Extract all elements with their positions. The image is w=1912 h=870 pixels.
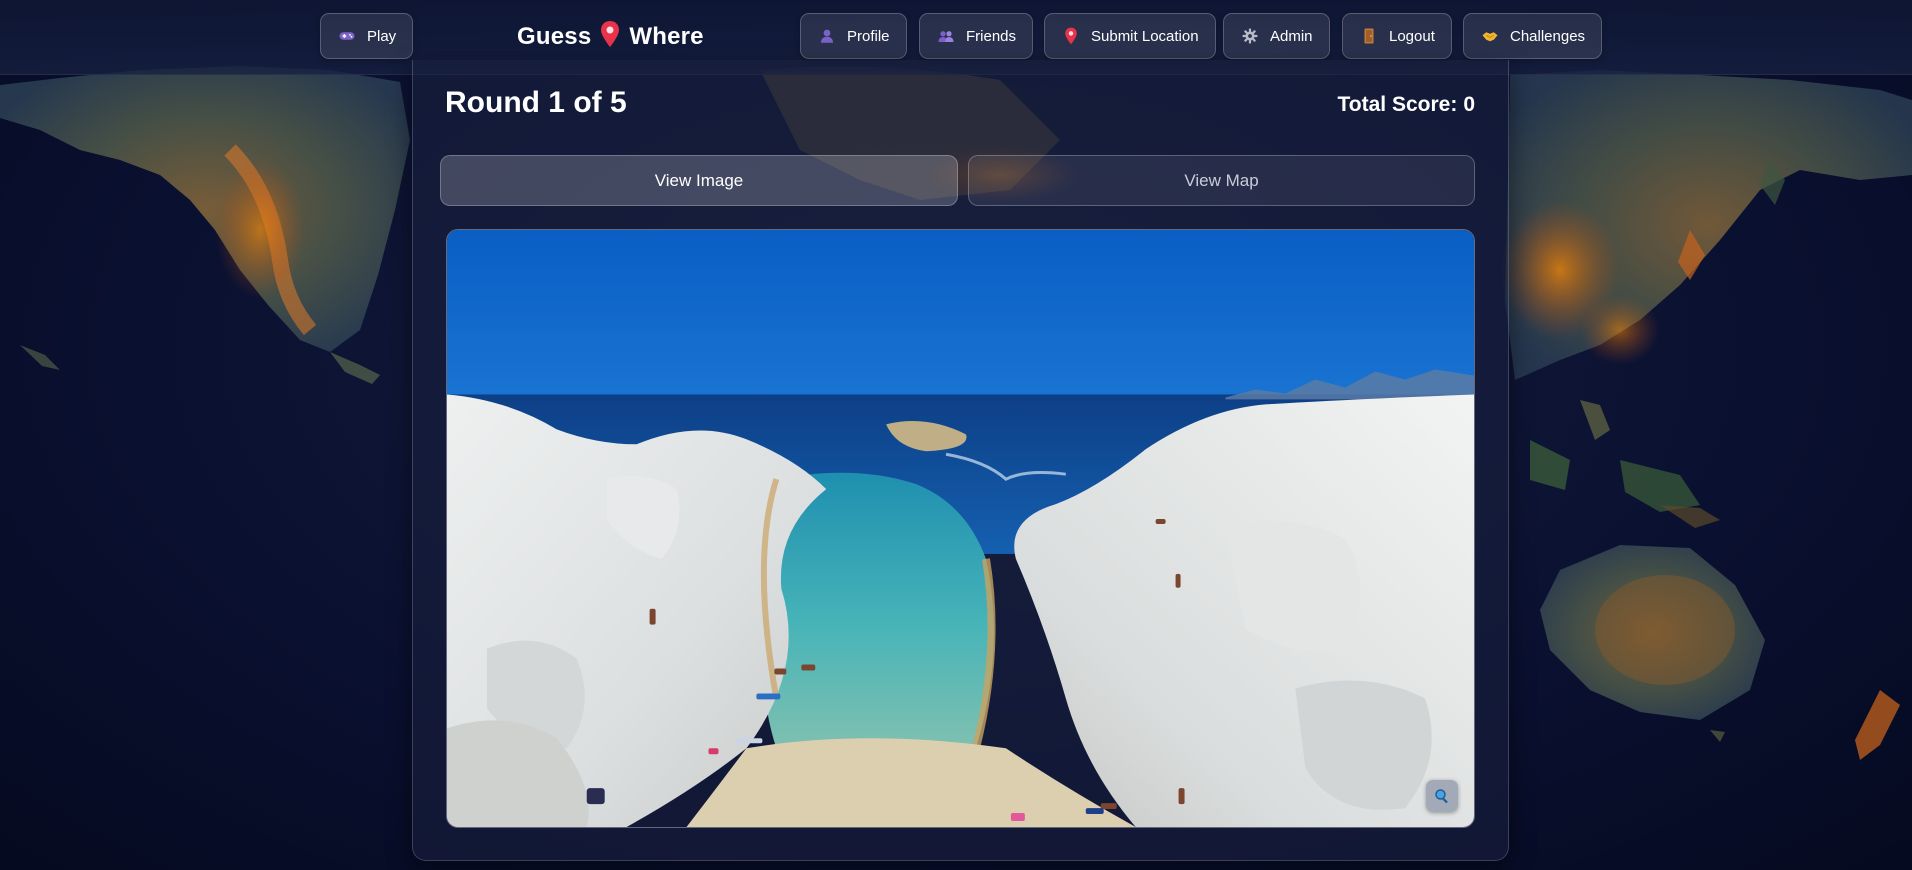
handshake-icon [1480, 26, 1500, 46]
play-label: Play [367, 27, 397, 45]
gamepad-icon [337, 26, 357, 46]
submit-location-label: Submit Location [1091, 27, 1199, 45]
location-photo-illustration [447, 230, 1474, 827]
pin-icon [1061, 26, 1081, 46]
profile-label: Profile [847, 27, 890, 45]
brand-right-text: Where [629, 23, 704, 50]
users-icon [936, 26, 956, 46]
admin-button[interactable]: Admin [1223, 13, 1330, 59]
submit-location-button[interactable]: Submit Location [1044, 13, 1216, 59]
round-title: Round 1 of 5 [445, 86, 627, 119]
total-score: Total Score: 0 [1338, 93, 1475, 117]
challenges-label: Challenges [1510, 27, 1586, 45]
location-photo[interactable] [446, 229, 1475, 828]
challenges-button[interactable]: Challenges [1463, 13, 1603, 59]
user-icon [817, 26, 837, 46]
door-icon [1359, 26, 1379, 46]
app-logo[interactable]: Guess Where [517, 18, 704, 56]
play-button[interactable]: Play [320, 13, 414, 59]
tab-view-map[interactable]: View Map [968, 155, 1475, 206]
friends-button[interactable]: Friends [919, 13, 1034, 59]
score-label: Total Score: [1337, 93, 1458, 116]
friends-label: Friends [966, 27, 1017, 45]
pin-icon [599, 20, 621, 55]
profile-button[interactable]: Profile [800, 13, 907, 59]
admin-label: Admin [1270, 27, 1313, 45]
gear-icon [1240, 26, 1260, 46]
zoom-button[interactable] [1426, 780, 1458, 812]
logout-label: Logout [1389, 27, 1435, 45]
score-value: 0 [1463, 93, 1475, 116]
tab-view-image[interactable]: View Image [440, 155, 958, 206]
brand-left-text: Guess [517, 23, 592, 50]
logout-button[interactable]: Logout [1342, 13, 1452, 59]
magnifier-icon [1433, 787, 1451, 805]
